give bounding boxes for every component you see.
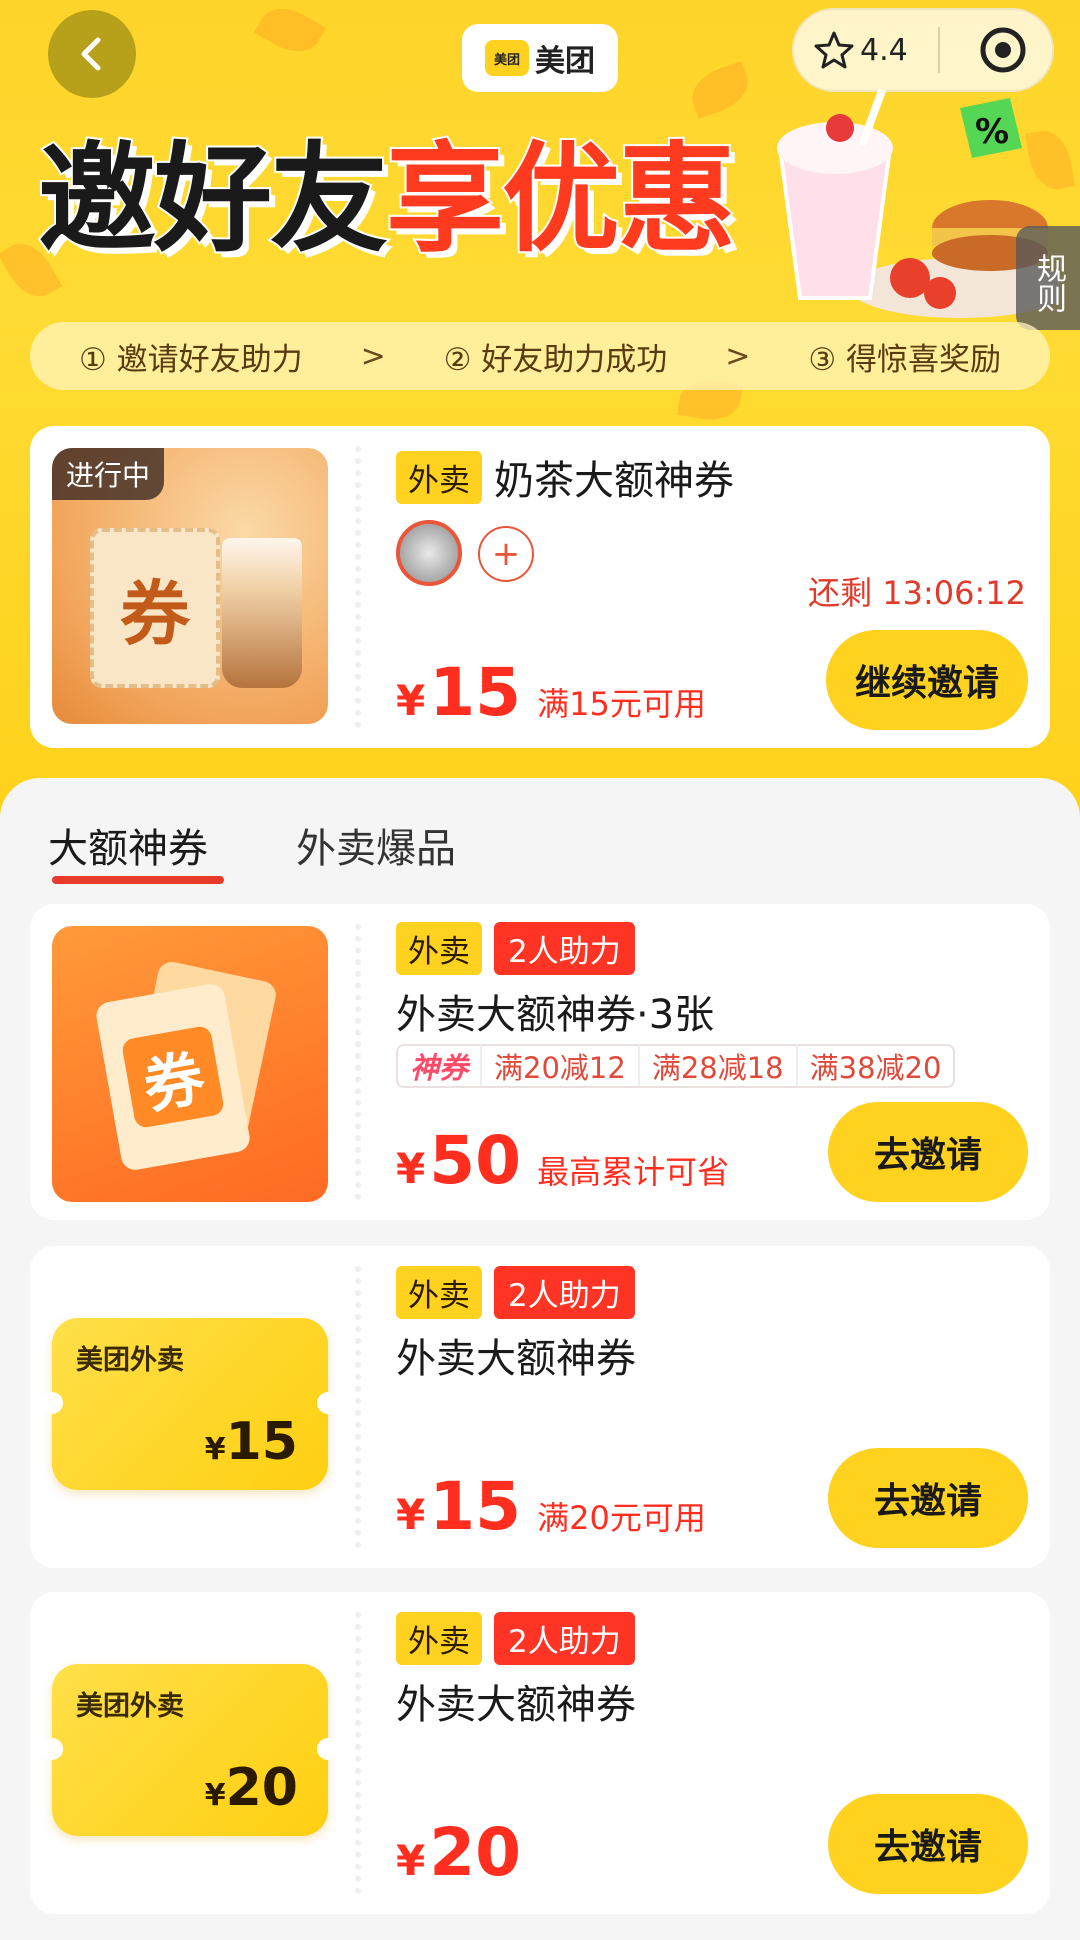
headline: 邀好友享优惠	[36, 138, 738, 260]
price-condition: 满20元可用	[537, 1499, 706, 1537]
price-amount: 20	[429, 1814, 522, 1891]
step-reward: ③ 得惊喜奖励	[808, 341, 1001, 378]
step-success: ② 好友助力成功	[443, 341, 668, 378]
active-coupon-card[interactable]: 进行中 券 外卖 奶茶大额神券 + 还剩 13:06:12 ¥ 15 满15元可…	[30, 426, 1050, 748]
headline-red: 享优惠	[384, 130, 738, 268]
capsule-divider	[938, 27, 940, 73]
currency-symbol: ¥	[396, 1144, 426, 1193]
step-arrow: >	[360, 338, 386, 374]
add-helper-button[interactable]: +	[478, 526, 534, 582]
back-button[interactable]	[48, 10, 136, 98]
tab-hot-items[interactable]: 外卖爆品	[296, 816, 456, 874]
price-amount: 15	[429, 654, 522, 731]
ticket-front-text: 券	[120, 1024, 226, 1130]
miniapp-capsule: 4.4	[792, 8, 1054, 92]
step-invite: ① 邀请好友助力	[78, 341, 303, 378]
card-separator	[355, 1266, 361, 1548]
item-title: 外卖大额神券·3张	[396, 992, 715, 1038]
item-price: ¥ 20	[396, 1814, 537, 1891]
coupon-ticket-graphic: 券	[90, 528, 220, 688]
chip-tier: 满38减20	[795, 1045, 954, 1087]
coupon-brand: 美团外卖	[76, 1691, 184, 1722]
chip-tier: 满28减18	[637, 1045, 796, 1087]
coupon-currency: ¥	[204, 1432, 226, 1467]
headline-dark: 邀好友	[36, 130, 390, 268]
coupon-graphic: 美团外卖 ¥15	[41, 1318, 339, 1490]
chip-tier: 满20减12	[480, 1045, 638, 1087]
item-tags: 外卖 2人助力	[396, 1612, 635, 1665]
steps-bar: ① 邀请好友助力 > ② 好友助力成功 > ③ 得惊喜奖励	[30, 322, 1050, 390]
card-separator	[355, 1612, 361, 1894]
coupon-currency: ¥	[204, 1778, 226, 1813]
card-separator	[355, 446, 361, 728]
active-title: 奶茶大额神券	[494, 458, 734, 504]
category-tag: 外卖	[396, 450, 482, 504]
price-amount: 15	[429, 1468, 522, 1545]
item-title: 外卖大额神券	[396, 1336, 636, 1382]
invite-button[interactable]: 去邀请	[828, 1102, 1028, 1202]
discount-chips: 神券 满20减12 满28减18 满38减20	[396, 1044, 956, 1088]
helpers-badge: 2人助力	[494, 922, 635, 975]
coupon-pack-thumbnail: 券	[52, 926, 328, 1202]
currency-symbol: ¥	[396, 1836, 426, 1885]
item-tags: 外卖 2人助力	[396, 922, 635, 975]
coupon-item-card[interactable]: 美团外卖 ¥20 外卖 2人助力 外卖大额神券 ¥ 20 去邀请	[30, 1592, 1050, 1914]
countdown-timer: 还剩 13:06:12	[808, 574, 1026, 612]
coupon-brand: 美团外卖	[76, 1345, 184, 1376]
meituan-logo: 美团 美团	[462, 24, 618, 92]
card-separator	[355, 924, 361, 1200]
coupon-notch	[317, 1392, 339, 1414]
coupon-item-card[interactable]: 美团外卖 ¥15 外卖 2人助力 外卖大额神券 ¥ 15 满20元可用 去邀请	[30, 1246, 1050, 1568]
logo-text: 美团	[535, 44, 595, 79]
coupon-notch	[41, 1392, 63, 1414]
leaf-decoration	[684, 60, 756, 120]
continue-invite-button[interactable]: 继续邀请	[826, 630, 1028, 730]
active-tag-row: 外卖 奶茶大额神券	[396, 448, 734, 506]
coupon-value: 15	[225, 1412, 298, 1472]
price-condition: 最高累计可省	[537, 1153, 730, 1191]
svg-text:%: %	[975, 112, 1009, 152]
item-price: ¥ 15 满20元可用	[396, 1468, 706, 1545]
price-amount: 50	[429, 1122, 522, 1199]
active-price: ¥ 15 满15元可用	[396, 654, 706, 731]
helper-avatar	[396, 520, 462, 586]
category-tag: 外卖	[396, 1612, 482, 1665]
coupon-notch	[317, 1738, 339, 1760]
helpers-badge: 2人助力	[494, 1266, 635, 1319]
chip-label: 神券	[410, 1051, 469, 1085]
coupon-graphic: 美团外卖 ¥20	[41, 1664, 339, 1836]
rating-value: 4.4	[860, 32, 908, 68]
coupon-value: 20	[225, 1758, 298, 1818]
rules-button[interactable]: 规则	[1016, 226, 1080, 330]
item-price: ¥ 50 最高累计可省	[396, 1122, 729, 1199]
chevron-left-icon	[81, 37, 101, 71]
milk-tea-thumbnail: 进行中 券	[52, 448, 328, 724]
item-title: 外卖大额神券	[396, 1682, 636, 1728]
invite-button[interactable]: 去邀请	[828, 1448, 1028, 1548]
tab-big-coupons[interactable]: 大额神券	[48, 816, 208, 874]
milk-tea-cup	[222, 538, 302, 688]
coupon-amount: ¥15	[205, 1412, 298, 1472]
active-tab-indicator	[52, 876, 224, 884]
currency-symbol: ¥	[396, 1490, 426, 1539]
star-icon[interactable]	[814, 30, 854, 70]
helpers-badge: 2人助力	[494, 1612, 635, 1665]
item-tags: 外卖 2人助力	[396, 1266, 635, 1319]
category-tag: 外卖	[396, 1266, 482, 1319]
coupon-amount: ¥20	[205, 1758, 298, 1818]
price-condition: 满15元可用	[537, 685, 706, 723]
close-miniapp-icon[interactable]	[978, 25, 1028, 75]
logo-mark: 美团	[485, 40, 529, 76]
coupon-notch	[41, 1738, 63, 1760]
food-illustration: %	[777, 88, 1060, 318]
invite-button[interactable]: 去邀请	[828, 1794, 1028, 1894]
category-tag: 外卖	[396, 922, 482, 975]
status-badge: 进行中	[52, 448, 165, 500]
step-arrow: >	[725, 338, 751, 374]
leaf-decoration	[254, 0, 326, 63]
currency-symbol: ¥	[396, 676, 426, 725]
